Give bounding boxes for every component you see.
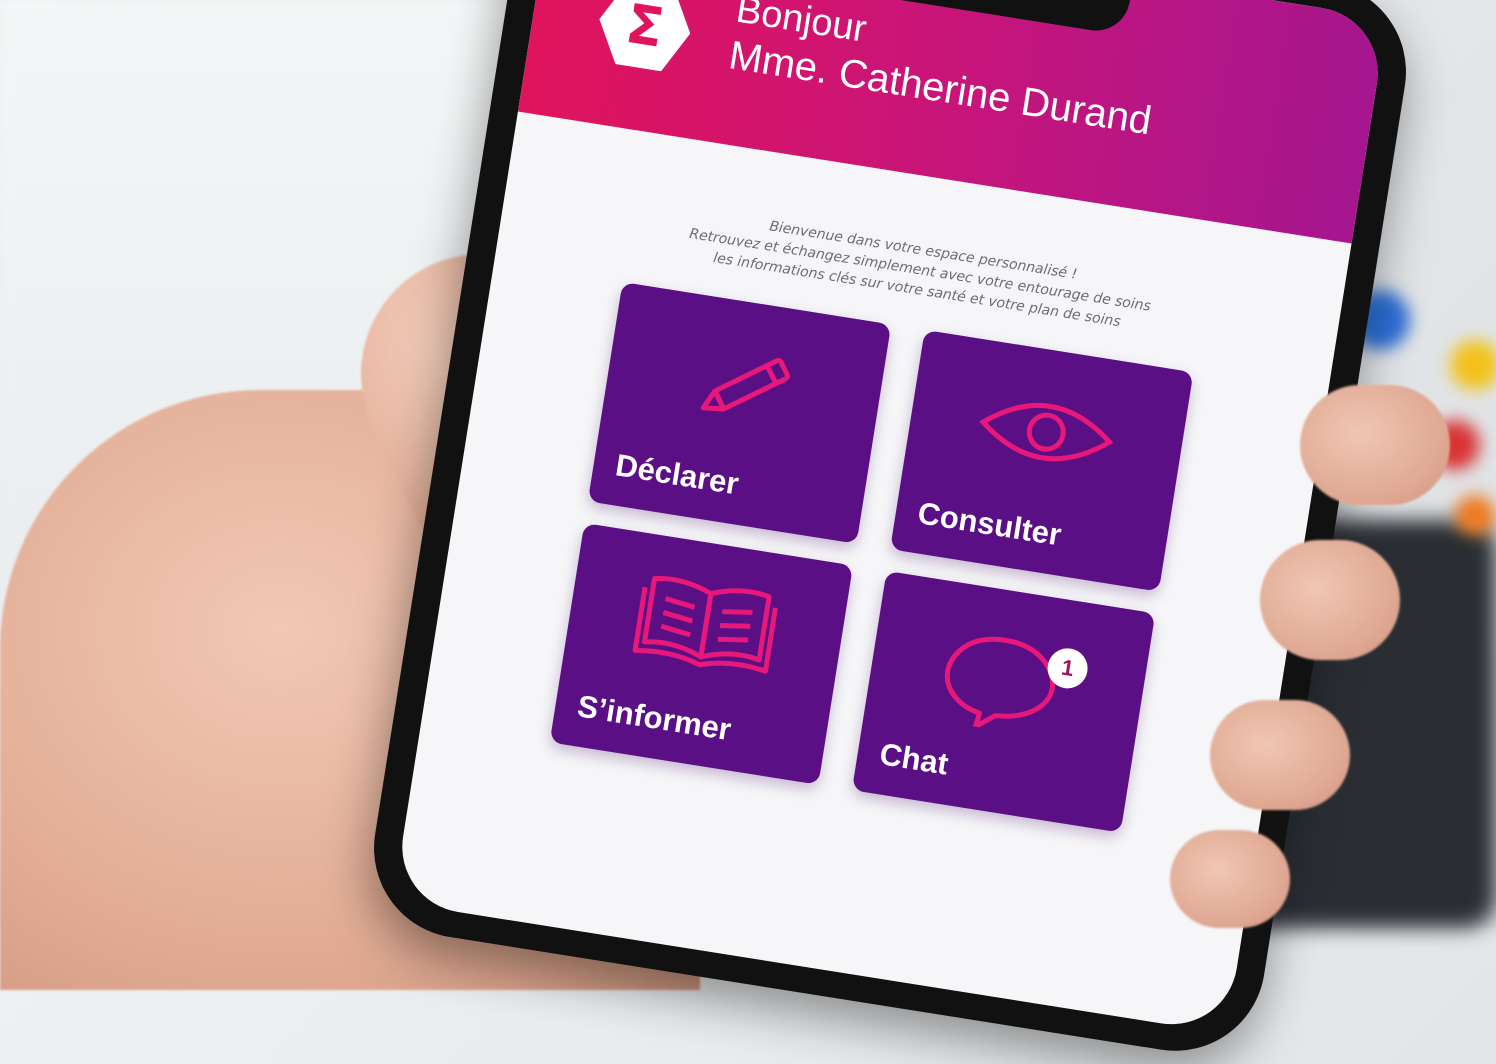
tile-label: S’informer <box>574 688 734 748</box>
pencil-icon <box>700 357 790 412</box>
app-logo: Σ <box>593 0 697 75</box>
tile-label: Déclarer <box>613 447 742 502</box>
inform-tile[interactable]: S’informer <box>549 522 854 785</box>
declare-tile[interactable]: Déclarer <box>587 281 892 544</box>
chat-bubble-icon <box>944 636 1056 730</box>
consult-tile[interactable]: Consulter <box>890 329 1194 592</box>
tile-label: Chat <box>877 736 951 782</box>
sigma-logo-icon: Σ <box>621 0 669 60</box>
tile-label: Consulter <box>915 495 1064 553</box>
hand-finger <box>1260 540 1400 660</box>
background-yellow-dot <box>1450 340 1496 390</box>
book-icon <box>632 576 778 674</box>
chat-tile[interactable]: 1 Chat <box>851 570 1156 833</box>
hand-finger <box>1210 700 1350 810</box>
background-orange-dot <box>1455 495 1495 535</box>
hand-finger <box>1170 830 1290 928</box>
hand-finger <box>1300 385 1450 505</box>
eye-icon <box>979 402 1114 462</box>
